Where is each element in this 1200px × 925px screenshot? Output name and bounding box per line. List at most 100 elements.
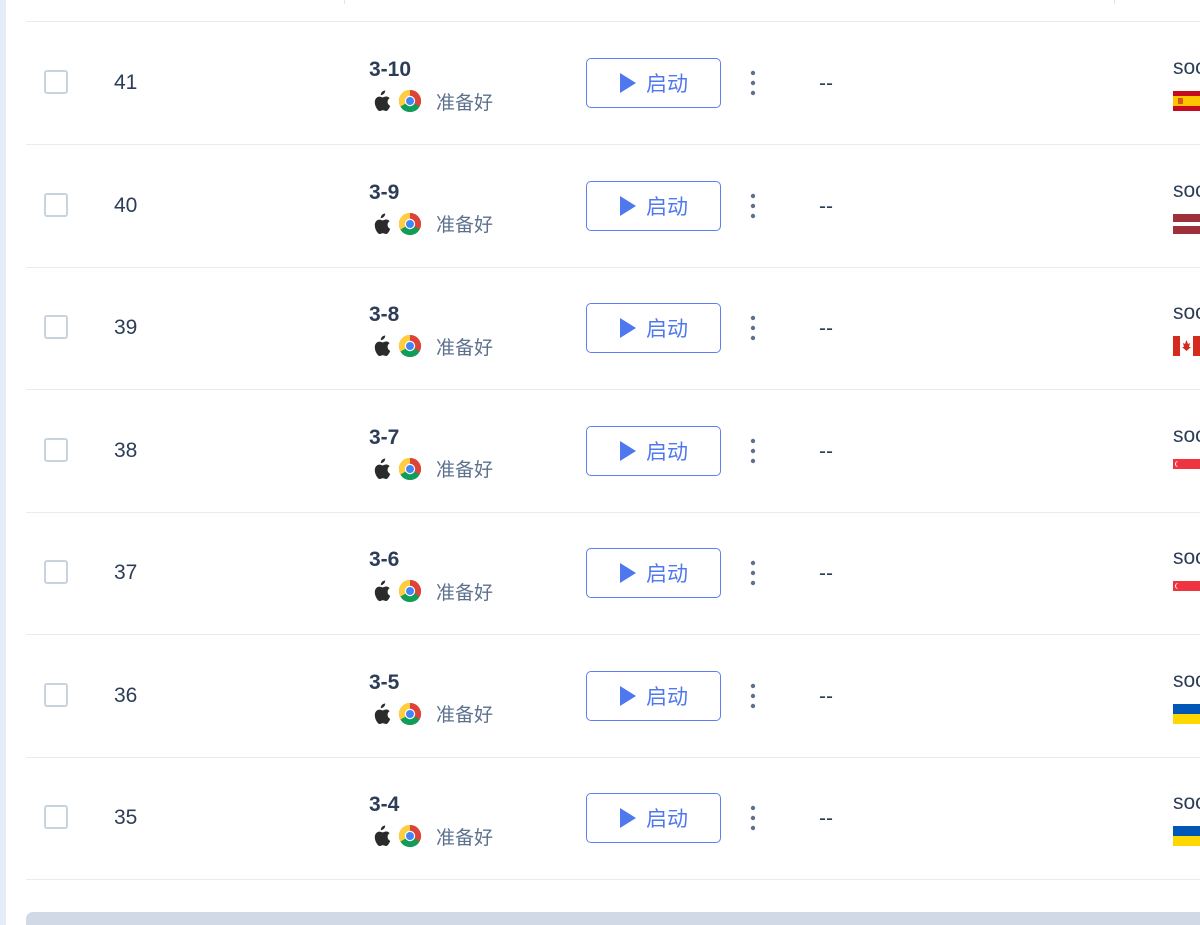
flag-es-icon: [1173, 91, 1200, 111]
play-icon: [620, 440, 636, 461]
last-launch: --: [819, 72, 833, 95]
profile-meta: 准备好: [371, 212, 493, 236]
profile-meta: 准备好: [371, 457, 493, 481]
start-button[interactable]: 启动: [586, 670, 721, 721]
profile-name[interactable]: 3-5: [369, 671, 399, 695]
chrome-icon: [398, 702, 422, 726]
apple-icon: [371, 212, 391, 236]
proxy-text: soc: [1173, 56, 1200, 79]
more-vertical-icon[interactable]: [744, 437, 762, 465]
horizontal-scrollbar[interactable]: [26, 912, 1200, 925]
apple-icon: [371, 579, 391, 603]
row-checkbox[interactable]: [44, 192, 68, 217]
row-checkbox[interactable]: [44, 437, 68, 462]
flag-sg-icon: [1173, 581, 1200, 601]
table-row: 39 3-8 准备好 启动 -- so: [26, 267, 1200, 390]
start-button[interactable]: 启动: [586, 425, 721, 476]
start-button[interactable]: 启动: [586, 303, 721, 353]
proxy-text: soc: [1173, 791, 1200, 814]
status-label: 准备好: [436, 337, 494, 359]
status-label: 准备好: [436, 705, 494, 726]
proxy-text: soc: [1173, 301, 1200, 324]
start-button-label: 启动: [646, 685, 688, 709]
last-launch: --: [819, 317, 833, 340]
flag-ua-icon: [1173, 826, 1200, 846]
profile-meta: 准备好: [371, 579, 493, 604]
table-row: 41 3-10 准备好 启动 -- so: [26, 22, 1200, 145]
last-launch: --: [819, 562, 833, 585]
row-checkbox[interactable]: [44, 805, 68, 829]
apple-icon: [371, 89, 391, 113]
start-button-label: 启动: [646, 195, 688, 219]
row-checkbox[interactable]: [44, 70, 68, 94]
chrome-icon: [398, 212, 422, 236]
row-checkbox[interactable]: [44, 560, 68, 584]
profile-meta: 准备好: [371, 824, 494, 849]
row-id: 38: [114, 438, 138, 462]
chrome-icon: [398, 824, 422, 848]
profile-meta: 准备好: [371, 702, 493, 726]
table-row: 40 3-9 准备好 启动 -- so: [26, 145, 1200, 268]
more-vertical-icon[interactable]: [744, 69, 762, 97]
start-button-label: 启动: [646, 808, 688, 831]
start-button[interactable]: 启动: [586, 180, 721, 231]
flag-sg-icon: [1173, 458, 1200, 479]
row-id: 35: [114, 806, 138, 829]
more-vertical-icon[interactable]: [744, 559, 762, 587]
row-id: 41: [114, 71, 138, 94]
table-header: [26, 0, 1200, 22]
apple-icon: [371, 824, 391, 848]
row-id: 40: [114, 193, 138, 217]
play-icon: [620, 73, 636, 93]
profile-name[interactable]: 3-6: [369, 548, 399, 572]
start-button[interactable]: 启动: [586, 548, 721, 598]
row-id: 39: [114, 316, 138, 339]
start-button[interactable]: 启动: [586, 58, 721, 108]
start-button-label: 启动: [646, 73, 688, 96]
play-icon: [620, 808, 636, 828]
profile-name[interactable]: 3-10: [369, 58, 411, 82]
last-launch: --: [819, 684, 833, 708]
flag-lv-icon: [1173, 213, 1200, 234]
play-icon: [620, 195, 636, 216]
last-launch: --: [819, 439, 833, 463]
play-icon: [620, 318, 636, 338]
chrome-icon: [398, 89, 422, 113]
column-divider: [1114, 0, 1115, 4]
last-launch: --: [819, 194, 833, 218]
apple-icon: [371, 702, 391, 726]
proxy-text: soc: [1173, 668, 1200, 692]
proxy-text: soc: [1173, 423, 1200, 447]
status-label: 准备好: [436, 92, 494, 114]
last-launch: --: [819, 807, 833, 830]
row-id: 37: [114, 561, 138, 584]
flag-ua-icon: [1173, 703, 1200, 724]
apple-icon: [371, 457, 391, 481]
apple-icon: [371, 334, 391, 358]
profile-table: 41 3-10 准备好 启动 -- so 40 3-9 准备好 启动 -- so…: [26, 0, 1200, 880]
status-label: 准备好: [436, 215, 494, 236]
profile-name[interactable]: 3-4: [369, 793, 399, 817]
row-id: 36: [114, 683, 138, 707]
row-checkbox[interactable]: [44, 315, 68, 339]
more-vertical-icon[interactable]: [744, 804, 762, 832]
profile-name[interactable]: 3-7: [369, 426, 399, 450]
row-checkbox[interactable]: [44, 682, 68, 707]
profile-name[interactable]: 3-8: [369, 303, 399, 327]
more-vertical-icon[interactable]: [744, 682, 762, 710]
start-button[interactable]: 启动: [586, 793, 721, 843]
more-vertical-icon[interactable]: [744, 192, 762, 220]
column-divider: [344, 0, 345, 4]
profile-name[interactable]: 3-9: [369, 181, 399, 205]
status-label: 准备好: [436, 827, 494, 849]
proxy-text: soc: [1173, 178, 1200, 202]
start-button-label: 启动: [646, 440, 688, 464]
more-vertical-icon[interactable]: [744, 314, 762, 342]
profile-meta: 准备好: [371, 334, 494, 359]
start-button-label: 启动: [646, 563, 688, 586]
status-label: 准备好: [436, 460, 494, 481]
chrome-icon: [398, 579, 422, 603]
flag-ca-icon: [1173, 336, 1200, 356]
start-button-label: 启动: [646, 318, 688, 341]
table-row: 38 3-7 准备好 启动 -- so: [26, 390, 1200, 513]
